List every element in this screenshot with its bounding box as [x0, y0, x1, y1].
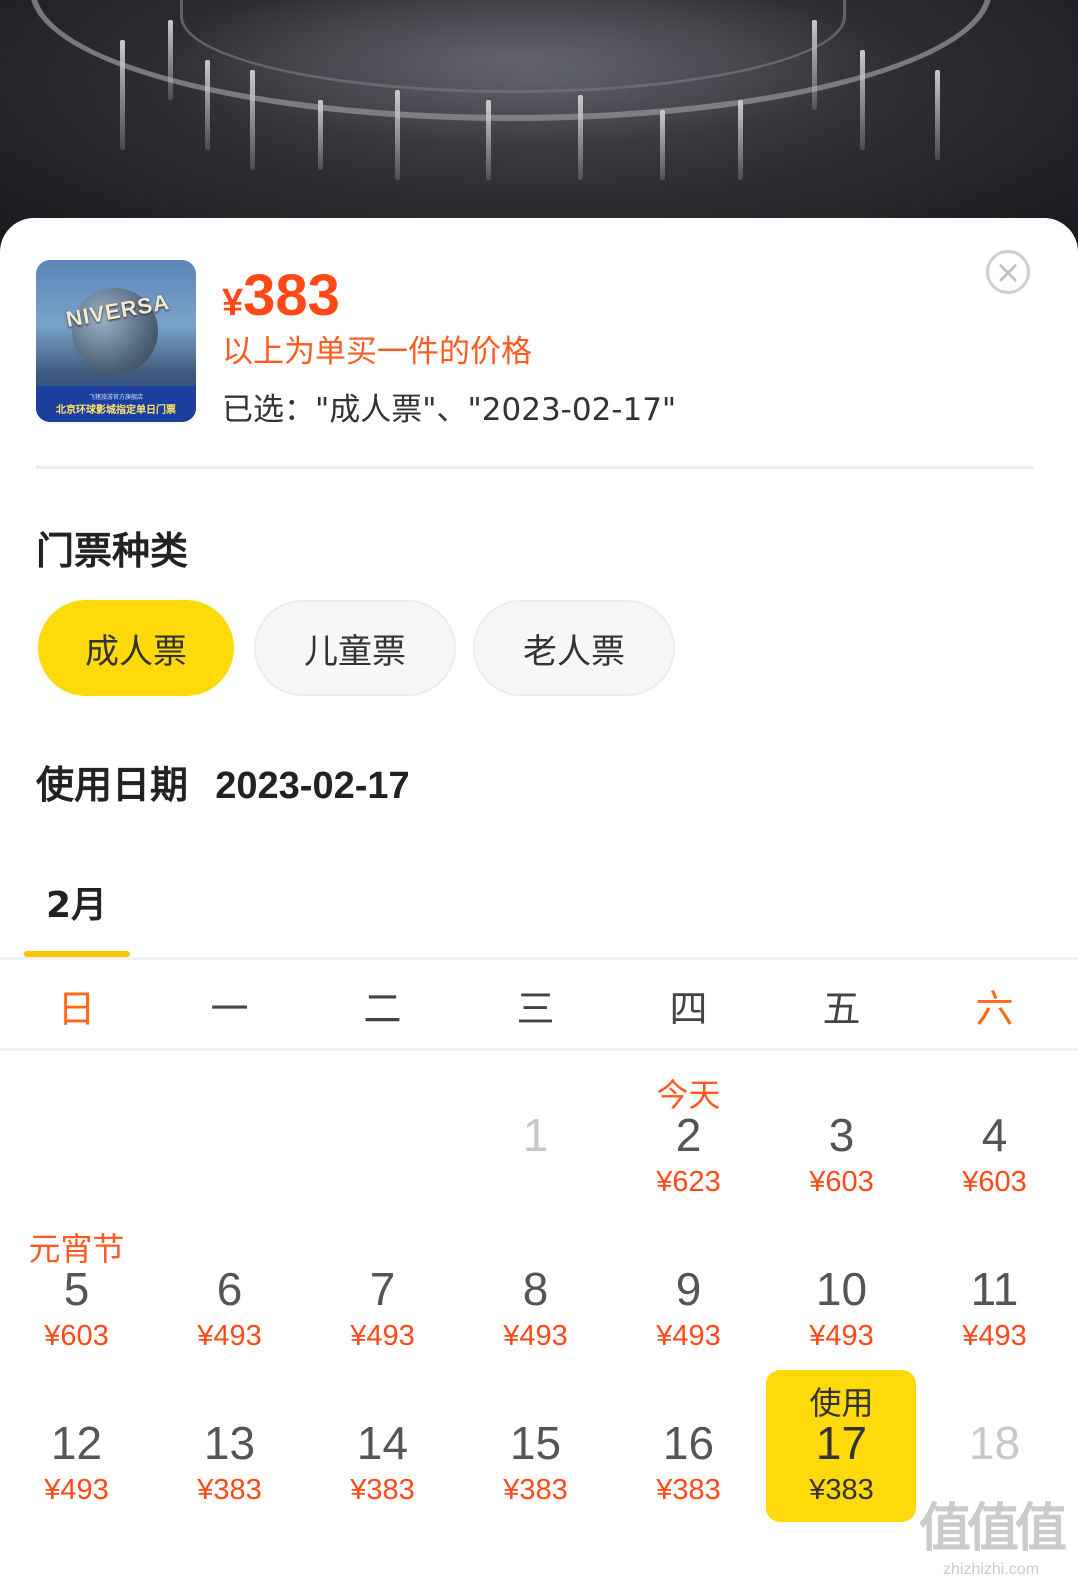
calendar-day-cell[interactable]: 15 ¥383: [459, 1372, 612, 1522]
sku-selector-sheet: NIVERSA 飞猪旅游官方旗舰店 北京环球影城指定单日门票 ¥383 以上为单…: [0, 218, 1078, 1584]
fountain-jet: [935, 70, 940, 160]
calendar-day-cell[interactable]: 6 ¥493: [153, 1218, 306, 1368]
ticket-option-label: 老人票: [523, 631, 625, 672]
fountain-jet: [738, 100, 743, 180]
close-icon[interactable]: ×: [986, 250, 1030, 294]
fountain-jet: [486, 100, 491, 180]
fountain-jet: [660, 110, 665, 180]
watermark-domain: zhizhizhi.com: [942, 1561, 1040, 1578]
use-date-value: 2023-02-17: [215, 765, 410, 807]
day-number: 1: [522, 1109, 549, 1161]
day-number: 12: [50, 1417, 103, 1469]
calendar-day-cell[interactable]: 4 ¥603: [918, 1064, 1071, 1214]
product-thumbnail: NIVERSA 飞猪旅游官方旗舰店 北京环球影城指定单日门票: [36, 260, 196, 422]
calendar-day-cell[interactable]: 今天 2 ¥623: [612, 1064, 765, 1214]
divider: [0, 957, 1078, 960]
weekday-label: 四: [669, 987, 708, 1031]
weekday-label: 日: [57, 987, 96, 1031]
fountain-jet: [812, 20, 817, 110]
day-number: 3: [828, 1109, 855, 1161]
day-number: 16: [662, 1417, 715, 1469]
day-number: 9: [675, 1263, 702, 1315]
price-value: 383: [243, 263, 340, 328]
day-number: 14: [356, 1417, 409, 1469]
thumbnail-band-text: 北京环球影城指定单日门票: [56, 405, 176, 416]
watermark: 值值值 zhizhizhi.com: [918, 1486, 1067, 1578]
calendar-day-cell[interactable]: 7 ¥493: [306, 1218, 459, 1368]
calendar-day-cell: 1: [459, 1064, 612, 1214]
calendar-day-cell[interactable]: 9 ¥493: [612, 1218, 765, 1368]
selected-summary: 已选："成人票"、"2023-02-17": [222, 392, 677, 428]
day-price: ¥493: [809, 1320, 874, 1352]
day-price: ¥383: [503, 1474, 568, 1506]
calendar-day-cell[interactable]: 14 ¥383: [306, 1372, 459, 1522]
day-number: 17: [815, 1417, 868, 1469]
calendar-day-cell[interactable]: 使用 17 ¥383: [765, 1370, 918, 1522]
day-price: ¥383: [197, 1474, 262, 1506]
day-number: 2: [675, 1109, 702, 1161]
calendar-day-cell[interactable]: 12 ¥493: [0, 1372, 153, 1522]
day-number: 18: [968, 1417, 1021, 1469]
price: ¥383: [222, 262, 340, 329]
day-number: 8: [522, 1263, 549, 1315]
day-price: ¥493: [962, 1320, 1027, 1352]
fountain-jet: [120, 40, 125, 150]
calendar-day-cell[interactable]: 13 ¥383: [153, 1372, 306, 1522]
day-price: ¥493: [350, 1320, 415, 1352]
weekday-label: 一: [210, 987, 249, 1031]
weekday-label: 三: [516, 987, 555, 1031]
ticket-option-adult[interactable]: 成人票: [38, 600, 234, 696]
day-price: ¥603: [962, 1166, 1027, 1198]
price-currency: ¥: [222, 282, 244, 324]
day-number: 7: [369, 1263, 396, 1315]
calendar-day-cell[interactable]: 3 ¥603: [765, 1064, 918, 1214]
price-note: 以上为单买一件的价格: [222, 334, 532, 370]
fountain-jet: [578, 95, 583, 180]
day-price: ¥493: [503, 1320, 568, 1352]
day-price: ¥383: [809, 1474, 874, 1506]
calendar-day-cell[interactable]: 8 ¥493: [459, 1218, 612, 1368]
thumbnail-band-small-text: 飞猪旅游官方旗舰店: [88, 394, 143, 401]
day-price: ¥623: [656, 1166, 721, 1198]
day-number: 15: [509, 1417, 562, 1469]
day-price: ¥493: [656, 1320, 721, 1352]
day-price: ¥493: [197, 1320, 262, 1352]
fountain-jet: [250, 70, 255, 170]
calendar-day-cell[interactable]: 元宵节 5 ¥603: [0, 1218, 153, 1368]
calendar-day-cell[interactable]: 16 ¥383: [612, 1372, 765, 1522]
day-number: 10: [815, 1263, 868, 1315]
day-price: ¥603: [44, 1320, 109, 1352]
use-date-label: 使用日期: [36, 763, 189, 807]
day-price: ¥603: [809, 1166, 874, 1198]
day-price: ¥383: [350, 1474, 415, 1506]
day-number: 4: [981, 1109, 1008, 1161]
weekday-label: 五: [822, 987, 861, 1031]
ticket-type-title: 门票种类: [36, 529, 189, 573]
divider: [0, 1048, 1078, 1051]
ticket-option-child[interactable]: 儿童票: [254, 600, 456, 696]
day-price: ¥383: [656, 1474, 721, 1506]
day-number: 11: [970, 1263, 1019, 1315]
calendar-day-cell[interactable]: 10 ¥493: [765, 1218, 918, 1368]
day-price: ¥493: [44, 1474, 109, 1506]
day-number: 13: [203, 1417, 256, 1469]
fountain-jet: [318, 100, 323, 170]
fountain-jet: [168, 20, 173, 100]
use-date-heading: 使用日期 2023-02-17: [36, 754, 410, 809]
calendar-day-cell[interactable]: 11 ¥493: [918, 1218, 1071, 1368]
thumbnail-band: 飞猪旅游官方旗舰店 北京环球影城指定单日门票: [36, 386, 196, 422]
day-number: 6: [216, 1263, 243, 1315]
tab-month-feb[interactable]: 2月: [46, 876, 107, 928]
day-number: 5: [63, 1263, 90, 1315]
divider: [36, 466, 1034, 469]
ticket-option-senior[interactable]: 老人票: [473, 600, 675, 696]
ticket-option-label: 成人票: [85, 631, 187, 672]
fountain-jet: [395, 90, 400, 180]
fountain-jet: [205, 60, 210, 150]
ticket-option-label: 儿童票: [304, 631, 406, 672]
watermark-logo: 值值值: [918, 1499, 1067, 1559]
fountain-jet: [860, 50, 865, 150]
weekday-label: 六: [975, 987, 1014, 1031]
weekday-label: 二: [363, 987, 402, 1031]
